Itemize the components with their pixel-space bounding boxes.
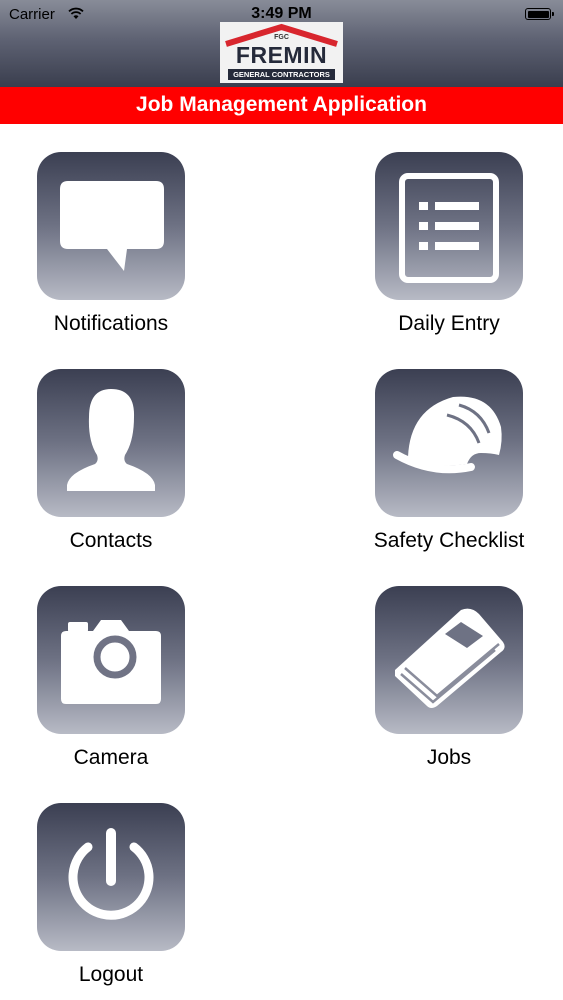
header: Carrier 3:49 PM FGC FREMIN GENERAL CONTR… bbox=[0, 0, 563, 87]
logo-subtitle: GENERAL CONTRACTORS bbox=[228, 69, 335, 80]
logo-initials: FGC bbox=[274, 34, 289, 41]
app-title-bar: Job Management Application bbox=[0, 87, 563, 124]
tile-label: Logout bbox=[78, 963, 144, 986]
camera-icon bbox=[37, 586, 185, 734]
contacts-button[interactable]: Contacts bbox=[11, 369, 211, 553]
tile-label: Jobs bbox=[426, 746, 472, 769]
list-document-icon bbox=[375, 152, 523, 300]
tile-label: Safety Checklist bbox=[373, 529, 525, 552]
company-logo: FGC FREMIN GENERAL CONTRACTORS bbox=[220, 22, 343, 83]
app-title: Job Management Application bbox=[136, 93, 427, 116]
tile-label: Contacts bbox=[69, 529, 153, 552]
tile-label: Daily Entry bbox=[398, 312, 500, 335]
safety-checklist-button[interactable]: Safety Checklist bbox=[349, 369, 549, 553]
person-icon bbox=[37, 369, 185, 517]
speech-bubble-icon bbox=[37, 152, 185, 300]
daily-entry-button[interactable]: Daily Entry bbox=[349, 152, 549, 336]
hard-hat-icon bbox=[375, 369, 523, 517]
jobs-button[interactable]: Jobs bbox=[349, 586, 549, 770]
book-icon bbox=[375, 586, 523, 734]
power-icon bbox=[37, 803, 185, 951]
tile-label: Notifications bbox=[53, 312, 169, 335]
camera-button[interactable]: Camera bbox=[11, 586, 211, 770]
status-time: 3:49 PM bbox=[251, 5, 312, 22]
tile-label: Camera bbox=[73, 746, 149, 769]
notifications-button[interactable]: Notifications bbox=[11, 152, 211, 336]
logo-name: FREMIN bbox=[235, 42, 328, 68]
battery-icon bbox=[525, 8, 554, 20]
logout-button[interactable]: Logout bbox=[11, 803, 211, 987]
